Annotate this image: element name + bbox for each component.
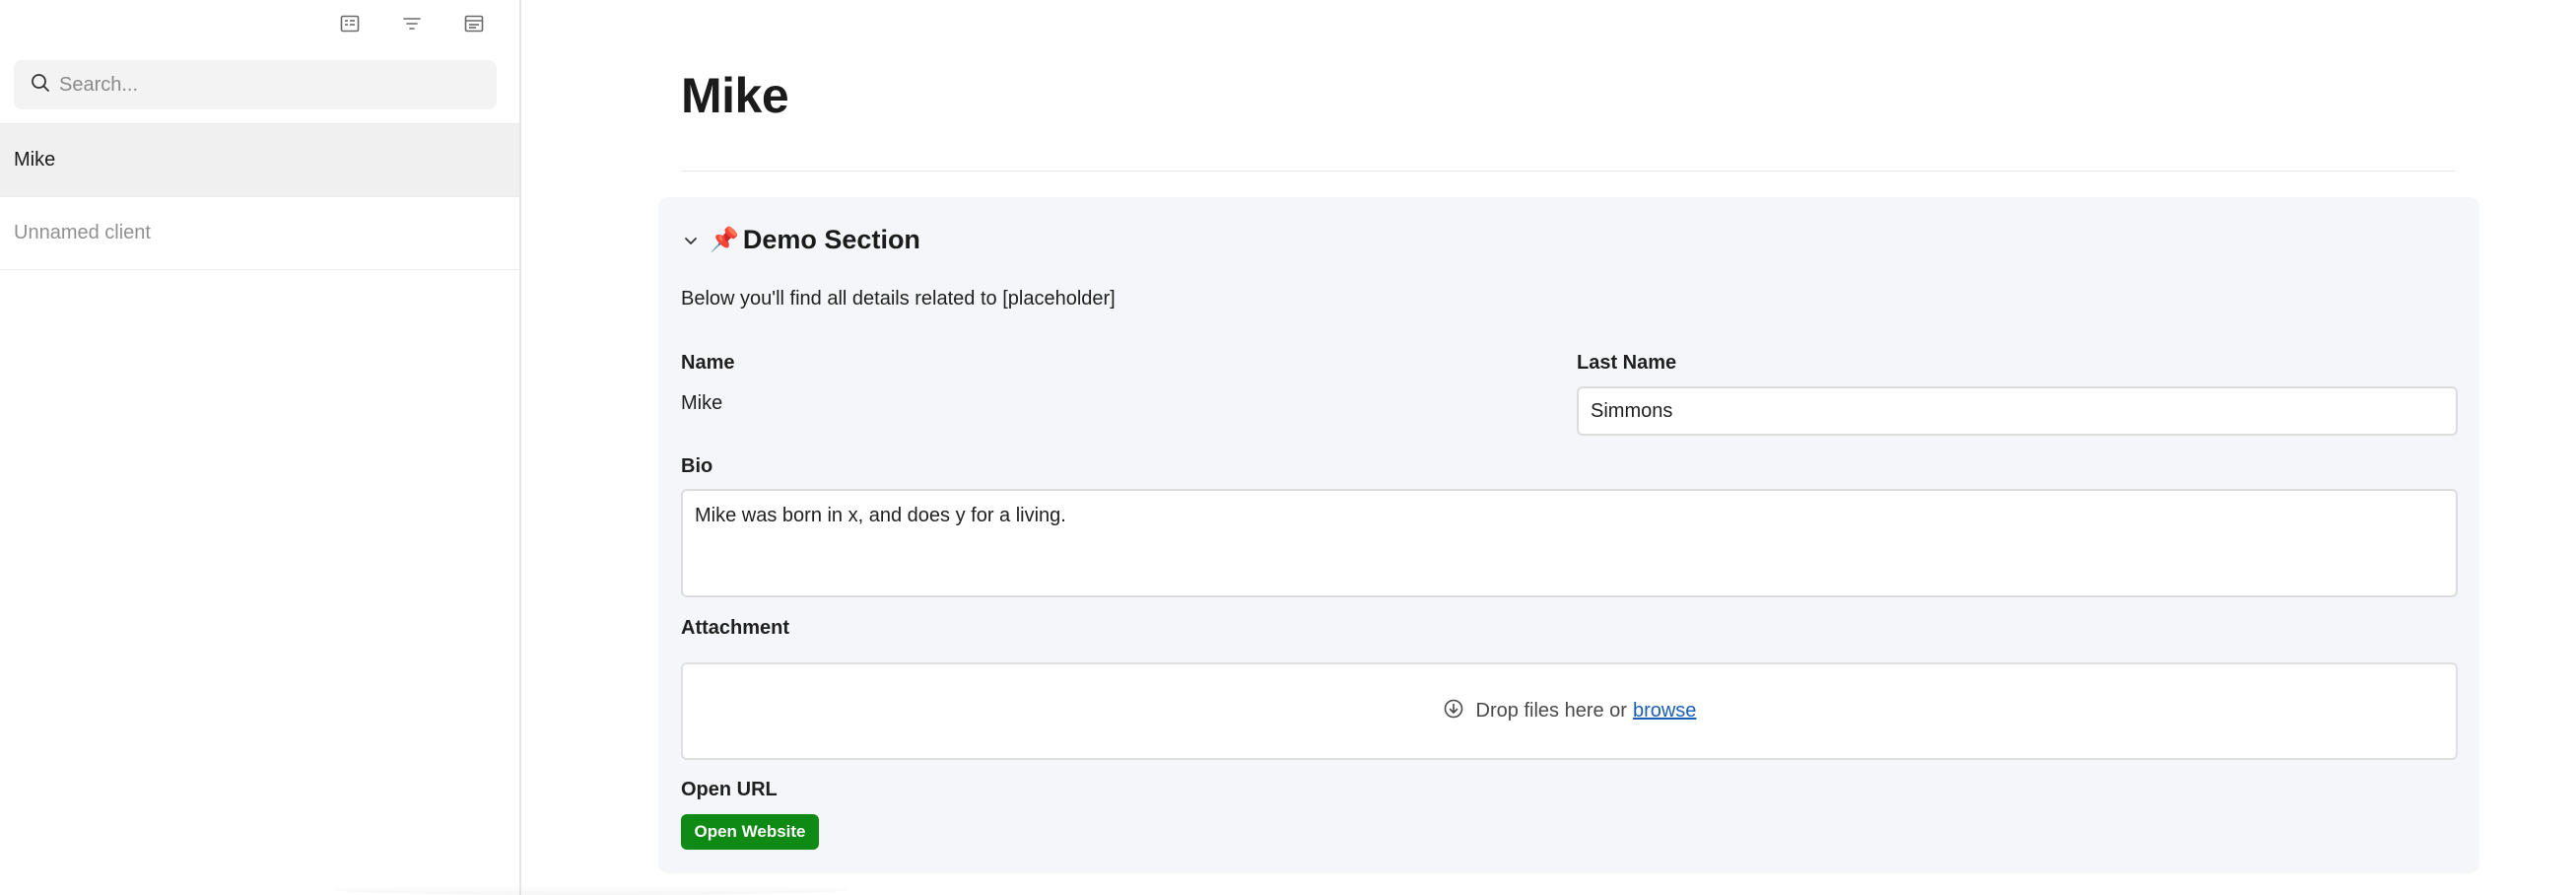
open-url-label: Open URL: [681, 779, 778, 800]
filter-icon[interactable]: [398, 10, 426, 37]
pin-icon: 📌: [710, 227, 739, 253]
list-view-icon[interactable]: [336, 10, 364, 37]
chevron-down-icon[interactable]: [680, 230, 702, 251]
section-header: 📌 Demo Section: [680, 225, 920, 255]
sidebar: Mike Unnamed client: [0, 0, 847, 895]
search-input[interactable]: [59, 73, 473, 97]
layout-icon[interactable]: [460, 10, 488, 37]
last-name-label: Last Name: [1577, 352, 1677, 374]
bio-textarea[interactable]: Mike was born in x, and does y for a liv…: [681, 489, 2458, 597]
search-icon: [30, 72, 51, 99]
name-value: Mike: [681, 392, 723, 414]
download-icon: [1443, 698, 1476, 725]
last-name-field[interactable]: Simmons: [1577, 386, 2458, 436]
client-list: Mike Unnamed client: [0, 123, 519, 270]
title-divider: [681, 171, 2456, 172]
open-website-button[interactable]: Open Website: [681, 814, 819, 850]
attachment-dropzone[interactable]: Drop files here or browse: [681, 662, 2458, 760]
section-title: Demo Section: [742, 225, 920, 254]
list-item-unnamed-client[interactable]: Unnamed client: [0, 196, 519, 270]
drop-files-text: Drop files here or: [1475, 700, 1627, 722]
search-box: [14, 60, 497, 109]
main-content: Mike 📌 Demo Section Below you'll find al…: [522, 0, 2576, 895]
list-item-mike[interactable]: Mike: [0, 123, 519, 197]
page-title: Mike: [681, 68, 789, 123]
name-label: Name: [681, 352, 735, 374]
bio-label: Bio: [681, 455, 713, 477]
sidebar-toolbar: [0, 10, 521, 37]
browse-link[interactable]: browse: [1633, 700, 1696, 723]
attachment-label: Attachment: [681, 617, 790, 639]
section-description: Below you'll find all details related to…: [681, 288, 1116, 310]
demo-section: 📌 Demo Section Below you'll find all det…: [658, 197, 2479, 873]
